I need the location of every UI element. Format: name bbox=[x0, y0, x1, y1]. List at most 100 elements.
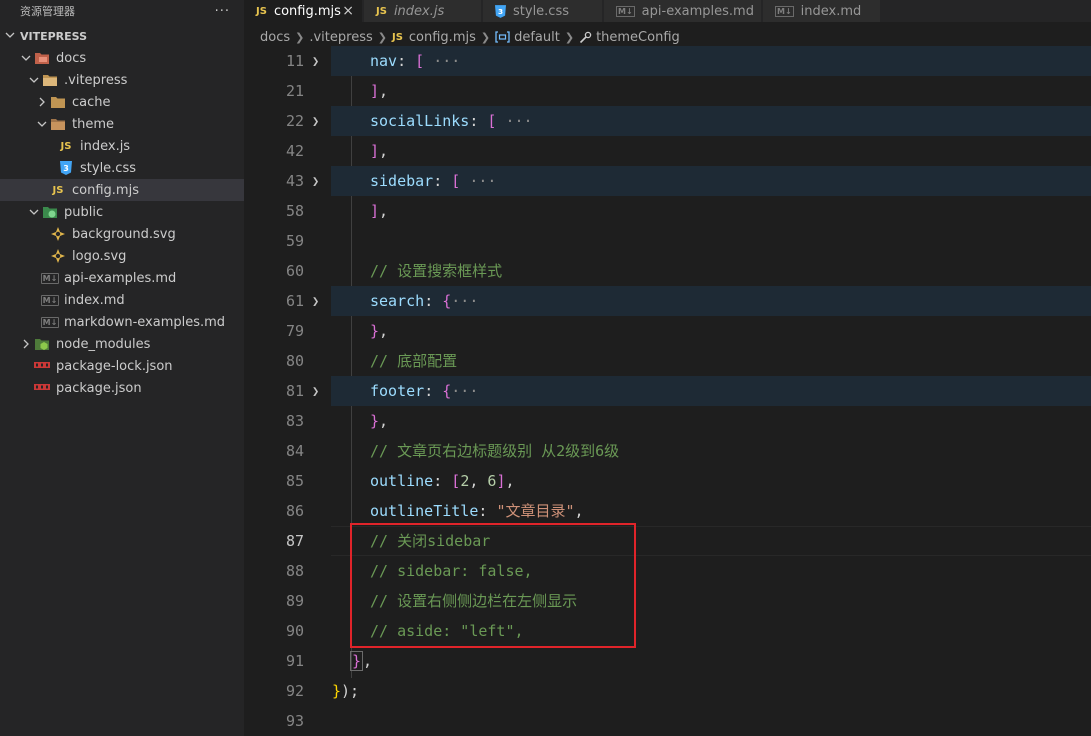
code-line[interactable]: 22 ❯ socialLinks: [ ··· bbox=[244, 106, 1091, 136]
more-actions-icon[interactable]: ··· bbox=[215, 4, 230, 19]
explorer-header: 资源管理器 ··· bbox=[0, 0, 244, 22]
fold-chevron-icon[interactable]: ❯ bbox=[312, 106, 319, 136]
code-text: ], bbox=[370, 142, 389, 160]
code-line[interactable]: 91 }, bbox=[244, 646, 1091, 676]
line-number: 84 bbox=[285, 442, 304, 460]
code-line[interactable]: 92 }); bbox=[244, 676, 1091, 706]
svg-text:3: 3 bbox=[498, 7, 503, 16]
tab-config-mjs[interactable]: JS config.mjs × bbox=[244, 0, 363, 22]
code-line[interactable]: 60 // 设置搜索框样式 bbox=[244, 256, 1091, 286]
code-text: nav: [ ··· bbox=[370, 52, 461, 70]
tree-item-index-js[interactable]: JS index.js bbox=[0, 135, 244, 157]
tree-item-label: index.md bbox=[64, 292, 125, 308]
tree-item-background-svg[interactable]: background.svg bbox=[0, 223, 244, 245]
tab-index-js[interactable]: JS index.js bbox=[364, 0, 482, 22]
line-number: 79 bbox=[285, 322, 304, 340]
code-line[interactable]: 61 ❯ search: {··· bbox=[244, 286, 1091, 316]
explorer-sidebar: 资源管理器 ··· VITEPRESS docs .vitepress cach… bbox=[0, 0, 244, 736]
tab-api-examples-md[interactable]: M↓ api-examples.md bbox=[604, 0, 762, 22]
line-number: 88 bbox=[285, 562, 304, 580]
tree-item-label: package.json bbox=[56, 380, 142, 396]
chevron-down-icon bbox=[18, 53, 34, 63]
folder-public-icon bbox=[42, 204, 58, 220]
code-line[interactable]: 59 bbox=[244, 226, 1091, 256]
line-number: 80 bbox=[285, 352, 304, 370]
svg-text:3: 3 bbox=[63, 164, 69, 173]
line-number: 61 bbox=[285, 292, 304, 310]
tree-item-markdown-examples-md[interactable]: M↓ markdown-examples.md bbox=[0, 311, 244, 333]
tree-item-label: config.mjs bbox=[72, 182, 139, 198]
line-number: 91 bbox=[285, 652, 304, 670]
line-number: 85 bbox=[285, 472, 304, 490]
code-line[interactable]: 84 // 文章页右边标题级别 从2级到6级 bbox=[244, 436, 1091, 466]
line-number: 90 bbox=[285, 622, 304, 640]
tree-item-vitepress[interactable]: .vitepress bbox=[0, 69, 244, 91]
breadcrumb-item[interactable]: default bbox=[514, 30, 560, 45]
code-text: outlineTitle: "文章目录", bbox=[370, 502, 584, 520]
chevron-down-icon bbox=[26, 207, 42, 217]
line-number: 92 bbox=[285, 682, 304, 700]
line-number: 87 bbox=[285, 532, 304, 550]
fold-chevron-icon[interactable]: ❯ bbox=[312, 166, 319, 196]
tree-item-style-css[interactable]: 3 style.css bbox=[0, 157, 244, 179]
annotation-highlight-box bbox=[350, 523, 636, 648]
code-line[interactable]: 58 ], bbox=[244, 196, 1091, 226]
code-line[interactable]: 43 ❯ sidebar: [ ··· bbox=[244, 166, 1091, 196]
breadcrumb-item[interactable]: themeConfig bbox=[596, 30, 680, 45]
tree-item-package-json[interactable]: package.json bbox=[0, 377, 244, 399]
markdown-file-icon: M↓ bbox=[40, 294, 60, 306]
code-comment: // 文章页右边标题级别 从2级到6级 bbox=[370, 442, 620, 460]
code-text: footer: {··· bbox=[370, 382, 479, 400]
tree-item-label: .vitepress bbox=[64, 72, 128, 88]
code-line[interactable]: 80 // 底部配置 bbox=[244, 346, 1091, 376]
fold-chevron-icon[interactable]: ❯ bbox=[312, 286, 319, 316]
line-number: 60 bbox=[285, 262, 304, 280]
code-comment: // 底部配置 bbox=[370, 352, 458, 370]
line-number: 83 bbox=[285, 412, 304, 430]
breadcrumb-item[interactable]: config.mjs bbox=[409, 30, 476, 45]
code-text: sidebar: [ ··· bbox=[370, 172, 497, 190]
tree-item-index-md[interactable]: M↓ index.md bbox=[0, 289, 244, 311]
line-number: 22 bbox=[285, 112, 304, 130]
tree-item-config-mjs[interactable]: JS config.mjs bbox=[0, 179, 244, 201]
tree-item-theme[interactable]: theme bbox=[0, 113, 244, 135]
breadcrumb-item[interactable]: docs bbox=[260, 30, 290, 45]
code-line[interactable]: 85 outline: [2, 6], bbox=[244, 466, 1091, 496]
js-file-icon: JS bbox=[256, 5, 267, 17]
code-text: ], bbox=[370, 202, 389, 220]
tree-item-docs[interactable]: docs bbox=[0, 47, 244, 69]
css-file-icon: 3 bbox=[495, 4, 506, 18]
js-file-icon: JS bbox=[376, 5, 387, 17]
css-file-icon: 3 bbox=[58, 160, 74, 176]
fold-chevron-icon[interactable]: ❯ bbox=[312, 46, 319, 76]
workspace-header[interactable]: VITEPRESS bbox=[0, 26, 244, 46]
code-line[interactable]: 79 }, bbox=[244, 316, 1091, 346]
tab-label: api-examples.md bbox=[641, 3, 754, 19]
code-line[interactable]: 86 outlineTitle: "文章目录", bbox=[244, 496, 1091, 526]
code-text: outline: [2, 6], bbox=[370, 472, 515, 490]
folder-theme-icon bbox=[50, 116, 66, 132]
breadcrumb-item[interactable]: .vitepress bbox=[309, 30, 372, 45]
tab-style-css[interactable]: 3 style.css bbox=[483, 0, 603, 22]
tree-item-logo-svg[interactable]: logo.svg bbox=[0, 245, 244, 267]
code-line[interactable]: 81 ❯ footer: {··· bbox=[244, 376, 1091, 406]
tree-item-public[interactable]: public bbox=[0, 201, 244, 223]
tree-item-api-examples-md[interactable]: M↓ api-examples.md bbox=[0, 267, 244, 289]
code-line[interactable]: 11 ❯ nav: [ ··· bbox=[244, 46, 1091, 76]
code-text: }); bbox=[332, 682, 360, 700]
tree-item-package-lock-json[interactable]: package-lock.json bbox=[0, 355, 244, 377]
code-line[interactable]: 93 bbox=[244, 706, 1091, 736]
fold-chevron-icon[interactable]: ❯ bbox=[312, 376, 319, 406]
tab-index-md[interactable]: M↓ index.md bbox=[763, 0, 881, 22]
line-number: 89 bbox=[285, 592, 304, 610]
close-icon[interactable]: × bbox=[342, 3, 354, 19]
chevron-right-icon: ❯ bbox=[377, 30, 387, 44]
tree-item-label: node_modules bbox=[56, 336, 151, 352]
svg-file-icon bbox=[50, 248, 66, 264]
code-line[interactable]: 21 ], bbox=[244, 76, 1091, 106]
tree-item-node-modules[interactable]: node_modules bbox=[0, 333, 244, 355]
markdown-file-icon: M↓ bbox=[40, 272, 60, 284]
code-line[interactable]: 42 ], bbox=[244, 136, 1091, 166]
tree-item-cache[interactable]: cache bbox=[0, 91, 244, 113]
code-line[interactable]: 83 }, bbox=[244, 406, 1091, 436]
